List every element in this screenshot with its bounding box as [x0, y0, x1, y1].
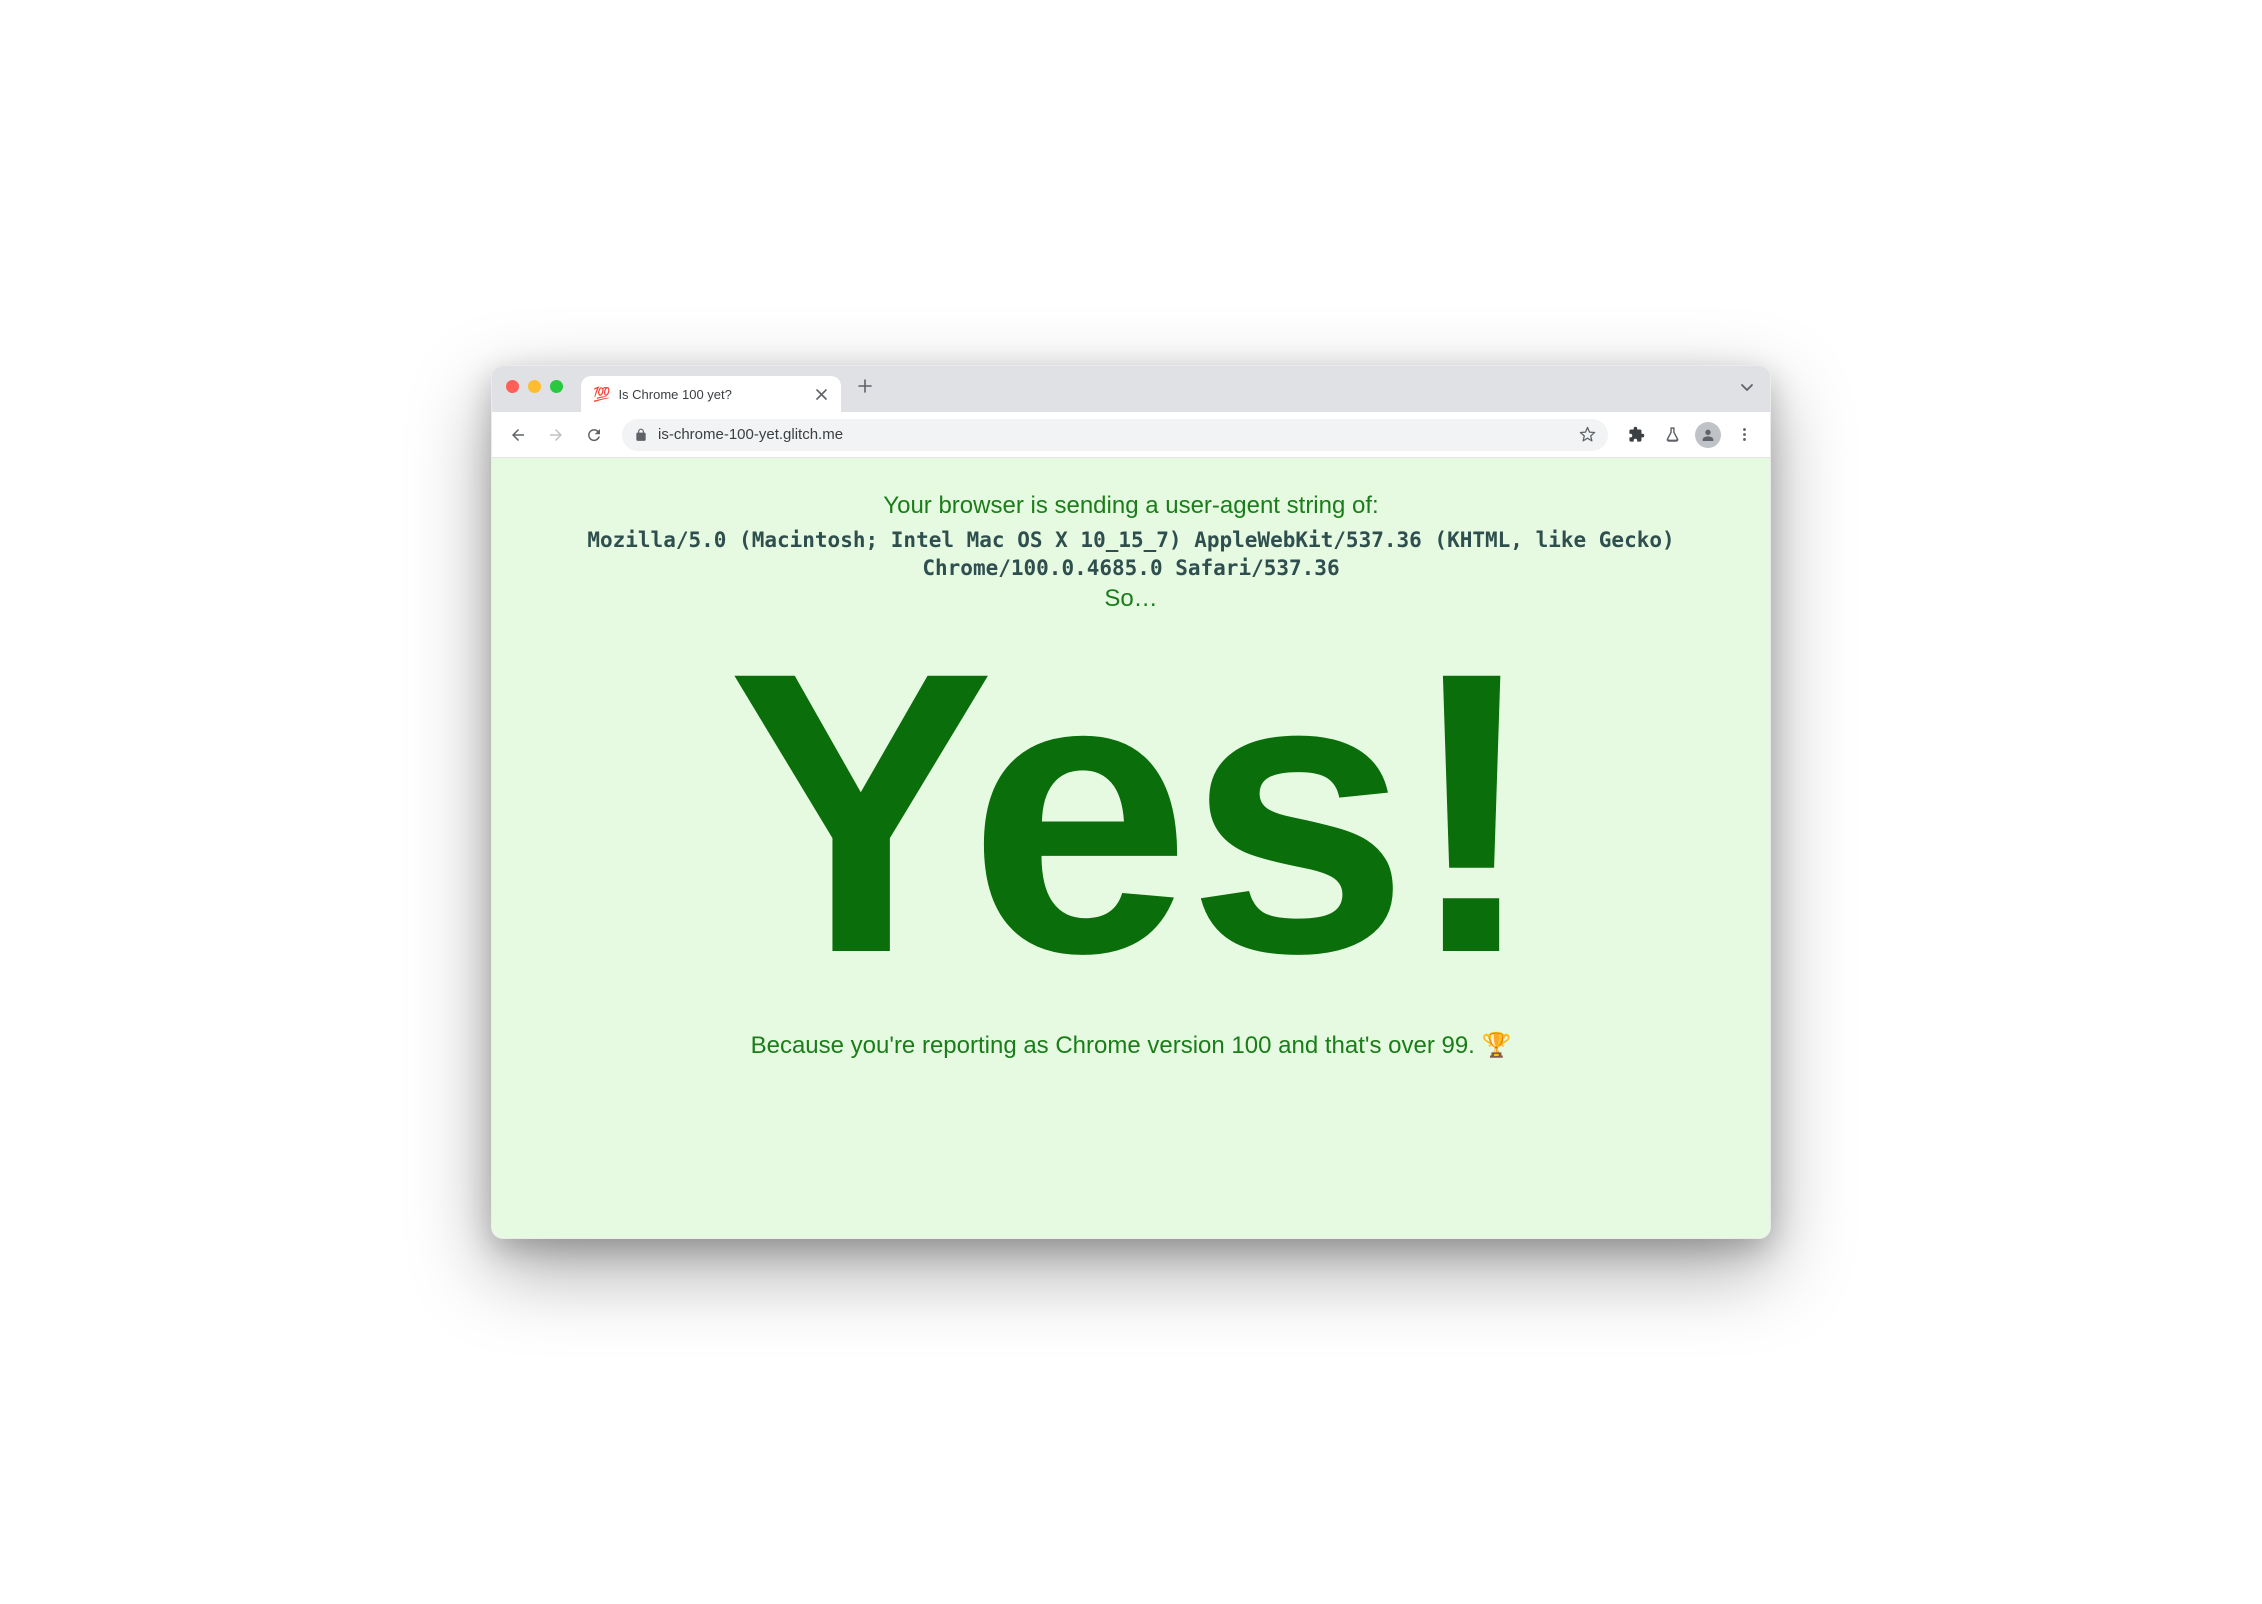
fullscreen-window-button[interactable]	[550, 380, 563, 393]
labs-button[interactable]	[1656, 419, 1688, 451]
profile-button[interactable]	[1692, 419, 1724, 451]
window-controls	[506, 380, 563, 393]
address-bar[interactable]: is-chrome-100-yet.glitch.me	[622, 419, 1608, 451]
extension-area	[1620, 419, 1760, 451]
browser-window: 💯 Is Chrome 100 yet? is-chrome-100-yet.	[491, 365, 1771, 1239]
new-tab-button[interactable]	[851, 372, 879, 400]
close-window-button[interactable]	[506, 380, 519, 393]
extensions-button[interactable]	[1620, 419, 1652, 451]
avatar-icon	[1695, 422, 1721, 448]
toolbar: is-chrome-100-yet.glitch.me	[492, 412, 1770, 458]
browser-tab[interactable]: 💯 Is Chrome 100 yet?	[581, 376, 841, 412]
because-text: Because you're reporting as Chrome versi…	[522, 1031, 1740, 1060]
tab-close-button[interactable]	[814, 389, 829, 400]
tab-favicon-icon: 💯	[593, 386, 610, 403]
titlebar: 💯 Is Chrome 100 yet?	[492, 366, 1770, 412]
back-button[interactable]	[502, 419, 534, 451]
bookmark-button[interactable]	[1579, 426, 1596, 443]
intro-text: Your browser is sending a user-agent str…	[522, 492, 1740, 520]
answer-text: Yes!	[522, 623, 1740, 1003]
url-text: is-chrome-100-yet.glitch.me	[658, 426, 1569, 443]
lock-icon	[634, 428, 648, 442]
forward-button[interactable]	[540, 419, 572, 451]
tabs-dropdown-button[interactable]	[1740, 380, 1754, 394]
menu-button[interactable]	[1728, 419, 1760, 451]
minimize-window-button[interactable]	[528, 380, 541, 393]
reload-button[interactable]	[578, 419, 610, 451]
user-agent-string: Mozilla/5.0 (Macintosh; Intel Mac OS X 1…	[522, 526, 1740, 583]
tab-title: Is Chrome 100 yet?	[618, 387, 806, 402]
page-content: Your browser is sending a user-agent str…	[492, 458, 1770, 1238]
